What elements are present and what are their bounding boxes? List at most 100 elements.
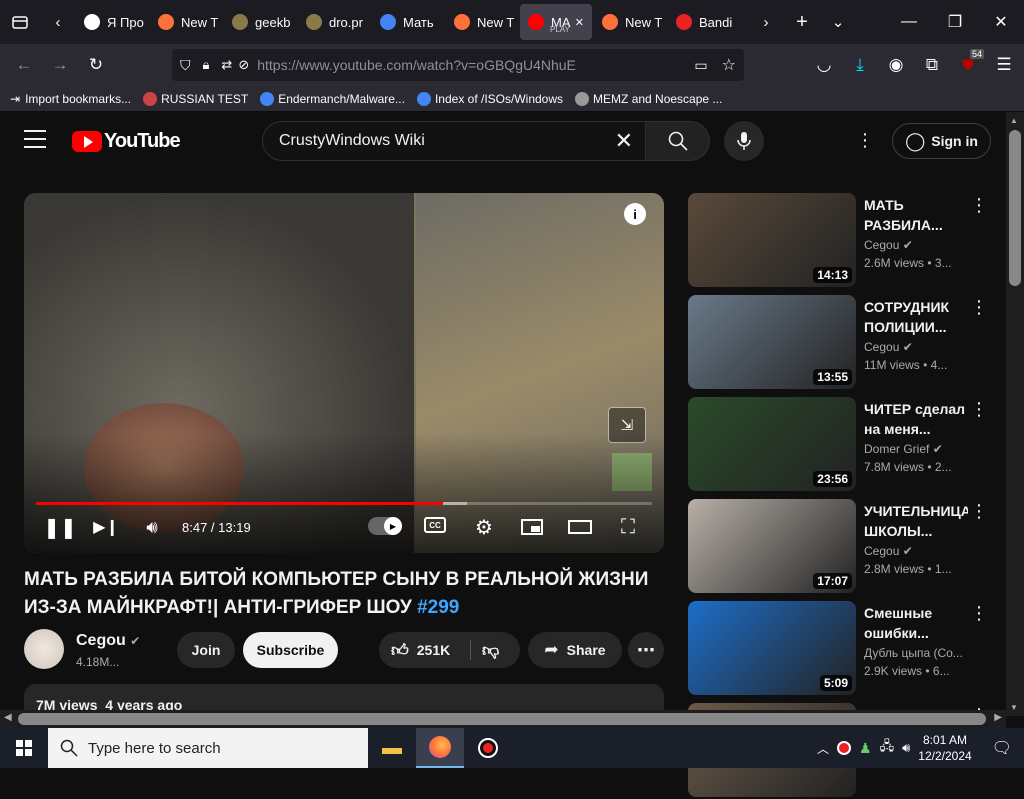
- notifications-icon[interactable]: 🗨︎: [992, 738, 1012, 758]
- subtitles-icon[interactable]: CC: [424, 517, 446, 533]
- join-button[interactable]: Join: [177, 632, 235, 668]
- browser-tab[interactable]: New T: [150, 4, 222, 40]
- recommended-channel[interactable]: Cegou ✔: [864, 544, 913, 558]
- extensions-icon[interactable]: ⧉: [914, 47, 950, 83]
- more-options-icon[interactable]: ⋮: [970, 195, 988, 216]
- recommended-video[interactable]: 5:09 Смешные ошибки... Дубль цыпа (Co... 2.…: [688, 601, 1008, 697]
- recommended-video[interactable]: 13:55 СОТРУДНИК ПОЛИЦИИ... Cegou ✔ 11M view…: [688, 295, 1008, 391]
- voice-search-button[interactable]: [724, 121, 764, 161]
- tracking-shield-icon[interactable]: ⛉: [180, 57, 191, 74]
- search-input[interactable]: CrustyWindows Wiki ✕: [262, 121, 646, 161]
- clear-search-icon[interactable]: ✕: [615, 128, 633, 154]
- more-options-icon[interactable]: ⋮: [970, 399, 988, 420]
- miniplayer-icon[interactable]: [520, 515, 544, 539]
- ublock-icon[interactable]: ⛊ 54: [950, 47, 986, 83]
- browser-tab[interactable]: Я Про: [76, 4, 148, 40]
- close-tab-icon[interactable]: ✕: [575, 16, 584, 29]
- browser-tab[interactable]: Bandi: [668, 4, 748, 40]
- recommended-video[interactable]: 23:56 ЧИТЕР сделал на меня... Domer Grief …: [688, 397, 1008, 493]
- more-options-icon[interactable]: ⋮: [970, 297, 988, 318]
- horizontal-scrollbar[interactable]: ◀ ▶: [0, 710, 1006, 728]
- bookmark-endermanch[interactable]: Endermanch/Malware...: [260, 91, 405, 106]
- bandicam-taskbar-icon[interactable]: [464, 728, 512, 768]
- settings-more-icon[interactable]: ⋮: [856, 130, 874, 151]
- downloads-icon[interactable]: ⤓: [842, 47, 878, 83]
- file-explorer-icon[interactable]: ▬: [368, 728, 416, 768]
- scroll-left-icon[interactable]: ◀: [4, 712, 12, 723]
- restore-icon[interactable]: ❐: [932, 0, 978, 44]
- browser-tab[interactable]: geekb: [224, 4, 296, 40]
- channel-avatar[interactable]: [24, 629, 64, 669]
- vertical-scroll-thumb[interactable]: [1009, 130, 1021, 286]
- theater-mode-icon[interactable]: [568, 515, 592, 539]
- scroll-right-icon[interactable]: ▶: [994, 712, 1002, 723]
- show-hidden-icons[interactable]: ︿: [817, 740, 829, 757]
- share-button[interactable]: ➦ Share: [528, 632, 622, 668]
- pocket-icon[interactable]: ◡: [806, 47, 842, 83]
- reload-icon[interactable]: ↻: [78, 47, 114, 83]
- recommended-thumbnail[interactable]: 5:09: [688, 601, 856, 695]
- account-icon[interactable]: ◉: [878, 47, 914, 83]
- clock[interactable]: 8:01 AM 12/2/2024: [918, 732, 971, 764]
- start-button[interactable]: [0, 728, 48, 768]
- dislike-icon[interactable]: 👎︎: [482, 640, 499, 661]
- vertical-scrollbar[interactable]: ▲ ▼: [1006, 112, 1024, 716]
- browser-tab[interactable]: New T: [594, 4, 666, 40]
- recommended-channel[interactable]: Domer Grief ✔: [864, 442, 943, 456]
- browser-tab[interactable]: Мать: [372, 4, 444, 40]
- fullscreen-icon[interactable]: ⛶: [616, 515, 640, 539]
- info-icon[interactable]: i: [624, 203, 646, 225]
- youtube-logo[interactable]: YouTube: [72, 130, 181, 153]
- hamburger-icon[interactable]: [24, 130, 46, 148]
- recommended-title[interactable]: ЧИТЕР сделал на меня...: [864, 399, 968, 439]
- more-options-icon[interactable]: ⋮: [970, 603, 988, 624]
- recording-tray-icon[interactable]: [837, 741, 852, 755]
- recommended-title[interactable]: МАТЬ РАЗБИЛА...: [864, 195, 968, 235]
- bookmark-russian-test[interactable]: RUSSIAN TEST: [143, 91, 248, 106]
- tab-overview-icon[interactable]: [0, 0, 40, 44]
- back-icon[interactable]: ←: [6, 47, 42, 83]
- network-icon[interactable]: 🖧︎: [880, 737, 895, 759]
- close-window-icon[interactable]: ✕: [978, 0, 1024, 44]
- browser-tab[interactable]: New T: [446, 4, 518, 40]
- volume-icon[interactable]: 🔊︎: [140, 515, 164, 539]
- like-icon[interactable]: 👍︎: [391, 640, 409, 661]
- recommended-title[interactable]: СОТРУДНИК ПОЛИЦИИ...: [864, 297, 968, 337]
- settings-icon[interactable]: ⚙: [472, 515, 496, 539]
- recommended-thumbnail[interactable]: 13:55: [688, 295, 856, 389]
- pause-icon[interactable]: ❚❚: [43, 515, 77, 539]
- recommended-title[interactable]: УЧИТЕЛЬНИЦА ШКОЛЫ...: [864, 501, 968, 541]
- new-tab-icon[interactable]: +: [784, 0, 820, 44]
- scroll-up-icon[interactable]: ▲: [1010, 116, 1018, 125]
- minimize-icon[interactable]: —: [886, 0, 932, 44]
- forward-icon[interactable]: →: [42, 47, 78, 83]
- recommended-channel[interactable]: Cegou ✔: [864, 238, 913, 252]
- recommended-thumbnail[interactable]: 23:56: [688, 397, 856, 491]
- user-tray-icon[interactable]: ♟: [859, 740, 872, 757]
- bookmark-isos[interactable]: Index of /ISOs/Windows: [416, 91, 563, 106]
- horizontal-scroll-thumb[interactable]: [18, 713, 986, 725]
- bookmark-memz[interactable]: MEMZ and Noescape ...: [575, 91, 722, 106]
- browser-tab[interactable]: МА PLAY ✕: [520, 4, 592, 40]
- scroll-down-icon[interactable]: ▼: [1010, 703, 1018, 712]
- subscribe-button[interactable]: Subscribe: [243, 632, 338, 668]
- like-count[interactable]: 251K: [417, 642, 450, 658]
- next-icon[interactable]: ▶❙: [93, 515, 119, 539]
- more-options-icon[interactable]: ⋮: [970, 501, 988, 522]
- url-bar[interactable]: ⛉ 🔒︎ ⇄ ⊘ https://www.youtube.com/watch?v…: [172, 49, 744, 81]
- bookmark-star-icon[interactable]: ☆: [722, 55, 736, 75]
- recommended-channel[interactable]: Дубль цыпа (Co...: [864, 646, 963, 660]
- sign-in-button[interactable]: ◯ Sign in: [892, 123, 991, 159]
- permissions-icon[interactable]: ⇄: [221, 57, 232, 73]
- speaker-icon[interactable]: 🔊︎: [902, 740, 910, 756]
- video-player[interactable]: i ⇲ ❚❚ ▶❙ 🔊︎ 8:47 / 13:19 ▶ CC ⚙ ⛶: [24, 193, 664, 553]
- reader-view-icon[interactable]: ▭: [694, 57, 707, 74]
- recommended-thumbnail[interactable]: 14:13: [688, 193, 856, 287]
- browser-tab[interactable]: dro.pr: [298, 4, 370, 40]
- tab-scroll-right-icon[interactable]: ›: [748, 0, 784, 44]
- bookmark-import[interactable]: ⇥ Import bookmarks...: [10, 92, 131, 106]
- recommended-video[interactable]: 14:13 МАТЬ РАЗБИЛА... Cegou ✔ 2.6M views • …: [688, 193, 1008, 289]
- recommended-title[interactable]: Смешные ошибки...: [864, 603, 968, 643]
- recommended-channel[interactable]: Cegou ✔: [864, 340, 913, 354]
- list-tabs-icon[interactable]: ⌄: [820, 0, 856, 44]
